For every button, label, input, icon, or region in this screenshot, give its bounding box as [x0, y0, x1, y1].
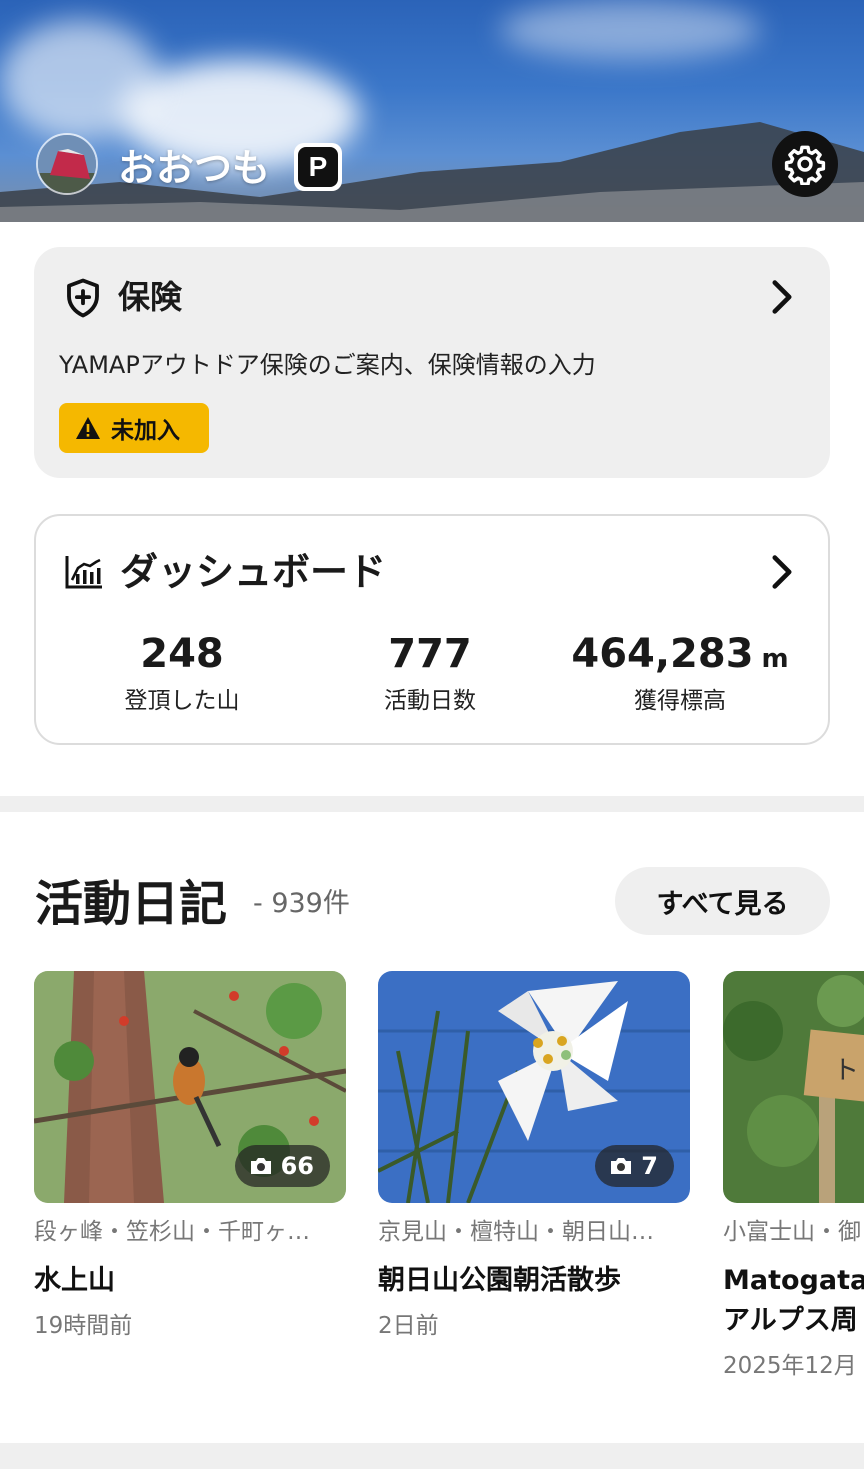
diary-card[interactable]: ト 小富士山・御 Matogata アルプス周 2025年12月	[723, 971, 864, 1383]
diary-title: 朝日山公園朝活散歩	[378, 1265, 621, 1296]
premium-badge: P	[294, 143, 342, 191]
photo-count-badge: 66	[234, 1145, 330, 1187]
stat-label: 獲得標高	[634, 688, 726, 714]
bottom-divider	[0, 1443, 864, 1469]
stat-unit: m	[761, 644, 789, 674]
diary-mountains: 段ヶ峰・笠杉山・千町ヶ…	[34, 1219, 310, 1245]
username: おおつも	[118, 146, 271, 190]
settings-button[interactable]	[772, 131, 838, 197]
diary-time: 2日前	[378, 1313, 439, 1339]
stat-activity-days: 777 活動日数	[300, 626, 560, 718]
diary-mountains: 京見山・檀特山・朝日山…	[378, 1219, 654, 1245]
diary-time: 19時間前	[34, 1313, 133, 1339]
photo-count: 66	[280, 1152, 314, 1180]
insurance-status-label: 未加入	[111, 418, 180, 444]
diary-title: 水上山	[34, 1265, 115, 1296]
dashboard-card[interactable]: ダッシュボード 248 登頂した山 777 活動日数 464,283 m 獲得標高	[34, 514, 830, 745]
shield-plus-icon	[67, 278, 99, 318]
stat-summits: 248 登頂した山	[52, 626, 312, 718]
stat-label: 活動日数	[384, 688, 476, 714]
section-divider	[0, 796, 864, 812]
insurance-card[interactable]: 保険 YAMAPアウトドア保険のご案内、保険情報の入力 未加入	[34, 247, 830, 478]
header-cloud	[500, 0, 760, 60]
avatar[interactable]	[36, 133, 98, 195]
camera-icon	[611, 1158, 632, 1174]
diary-title: Matogata アルプス周	[723, 1265, 864, 1336]
profile-header: おおつも P	[0, 0, 864, 222]
diary-mountains: 小富士山・御	[723, 1219, 861, 1245]
bar-chart-icon	[65, 556, 102, 589]
diary-photo[interactable]: 7	[378, 971, 690, 1203]
warning-icon	[76, 417, 100, 439]
diary-time: 2025年12月	[723, 1353, 857, 1379]
stat-elevation-gain: 464,283 m 獲得標高	[550, 626, 810, 718]
chevron-right-icon	[772, 555, 792, 589]
chevron-right-icon	[772, 280, 792, 314]
diaries-count: - 939件	[253, 888, 350, 919]
insurance-description: YAMAPアウトドア保険のご案内、保険情報の入力	[59, 351, 596, 379]
diary-card[interactable]: 7 京見山・檀特山・朝日山… 朝日山公園朝活散歩 2日前	[378, 971, 690, 1343]
stat-value: 464,283	[571, 631, 754, 677]
insurance-status-badge: 未加入	[59, 403, 209, 453]
see-all-button[interactable]: すべて見る	[615, 867, 830, 935]
stat-value: 248	[140, 631, 224, 677]
camera-icon	[250, 1158, 271, 1174]
photo-count-badge: 7	[595, 1145, 674, 1187]
stat-value: 777	[388, 631, 472, 677]
dashboard-title: ダッシュボード	[120, 550, 387, 594]
diary-card[interactable]: 66 段ヶ峰・笠杉山・千町ヶ… 水上山 19時間前	[34, 971, 346, 1343]
diary-photo[interactable]: 66	[34, 971, 346, 1203]
stat-label: 登頂した山	[124, 688, 240, 714]
diary-photo[interactable]: ト	[723, 971, 864, 1203]
insurance-title: 保険	[118, 278, 183, 316]
photo-count: 7	[641, 1152, 658, 1180]
diaries-title: 活動日記	[35, 876, 228, 932]
gear-icon	[784, 145, 826, 185]
svg-text:ト: ト	[833, 1056, 859, 1086]
